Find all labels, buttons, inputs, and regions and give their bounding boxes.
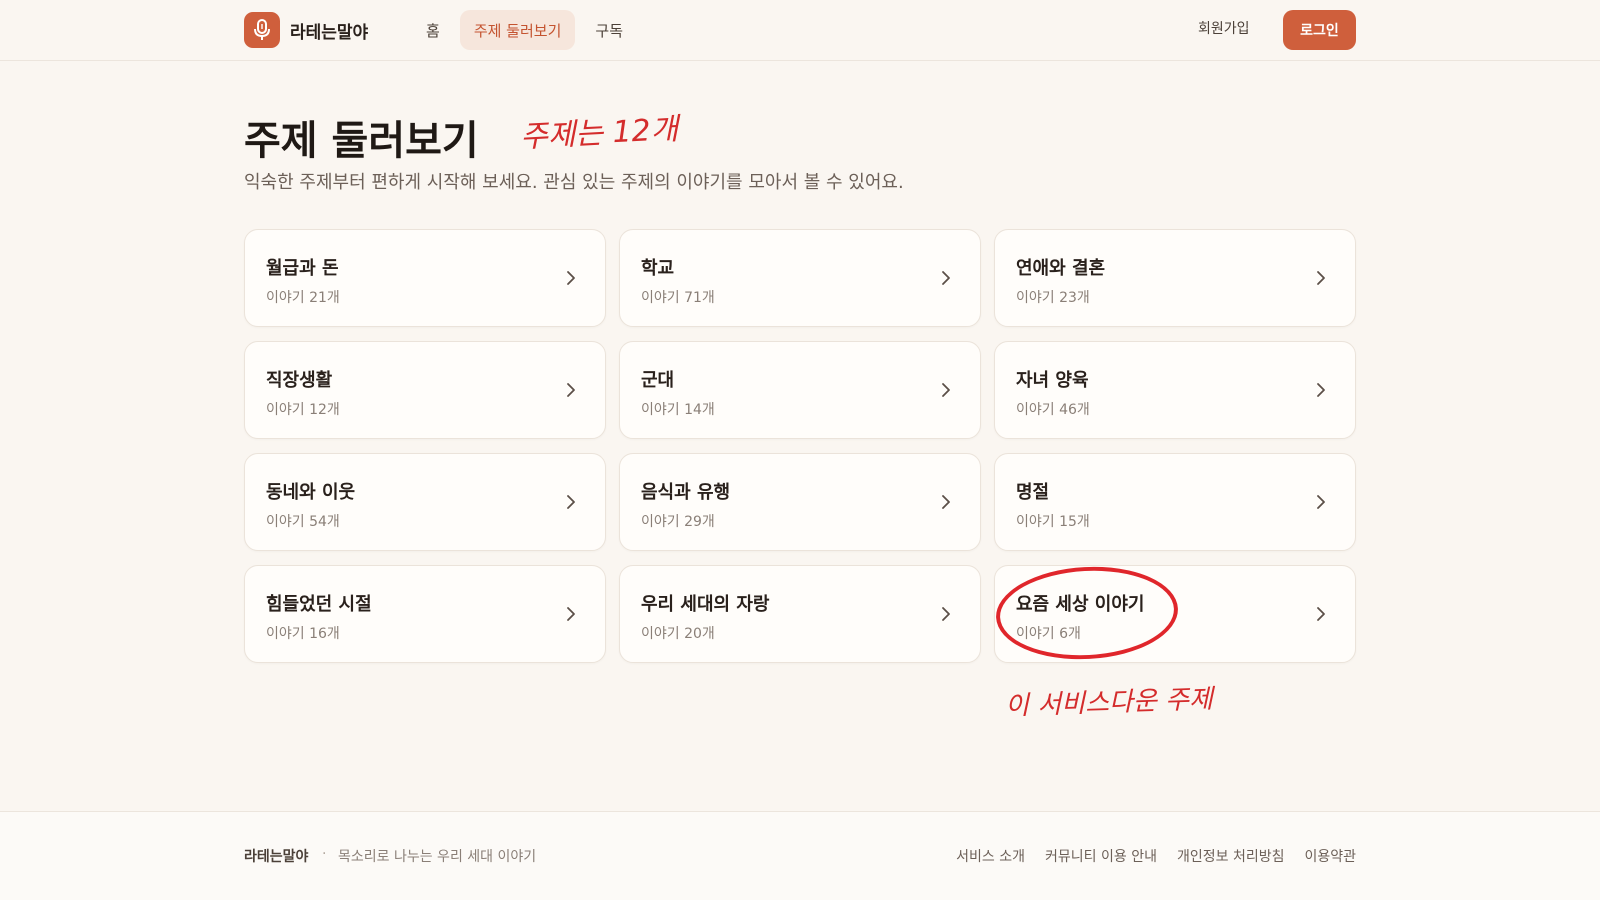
topic-story-count: 이야기 23개 (1016, 290, 1090, 306)
topic-story-count: 이야기 21개 (266, 290, 340, 306)
chevron-right-icon (942, 607, 950, 621)
footer-link-privacy[interactable]: 개인정보 처리방침 (1177, 846, 1285, 866)
page-subtitle: 익숙한 주제부터 편하게 시작해 보세요. 관심 있는 주제의 이야기를 모아서… (244, 172, 904, 193)
topic-story-count: 이야기 20개 (641, 626, 715, 642)
footer-tagline: 목소리로 나누는 우리 세대 이야기 (338, 849, 537, 865)
topic-card[interactable]: 음식과 유행이야기 29개 (619, 453, 981, 551)
nav-subscribe[interactable]: 구독 (581, 10, 637, 50)
topic-title: 월급과 돈 (266, 258, 339, 279)
topic-card[interactable]: 힘들었던 시절이야기 16개 (244, 565, 606, 663)
topic-story-count: 이야기 71개 (641, 290, 715, 306)
topic-grid: 월급과 돈 이야기 21개 학교 이야기 71개 연애와 결혼 이야기 23개 직장생활 이야… (244, 229, 1356, 663)
topic-story-count: 이야기 15개 (1016, 514, 1090, 530)
topic-card[interactable]: 우리 세대의 자랑이야기 20개 (619, 565, 981, 663)
topic-story-count: 이야기 16개 (266, 626, 340, 642)
topic-card[interactable]: 학교이야기 71개 (619, 229, 981, 327)
topic-story-count: 이야기 6개 (1016, 626, 1081, 642)
topic-title: 직장생활 (266, 370, 333, 391)
topic-card[interactable]: 요즘 세상 이야기이야기 6개 (994, 565, 1356, 663)
footer-links: 서비스 소개 커뮤니티 이용 안내 개인정보 처리방침 이용약관 (956, 846, 1356, 866)
topic-card[interactable]: 군대이야기 14개 (619, 341, 981, 439)
chevron-right-icon (942, 271, 950, 285)
topic-story-count: 이야기 12개 (266, 402, 340, 418)
topic-title: 연애와 결혼 (1016, 258, 1106, 279)
topic-story-count: 이야기 46개 (1016, 402, 1090, 418)
chevron-right-icon (1317, 271, 1325, 285)
logo-text: 라테는말야 (290, 22, 369, 43)
chevron-right-icon (942, 383, 950, 397)
topic-title: 학교 (641, 258, 675, 279)
topic-card[interactable]: 월급과 돈이야기 21개 (244, 229, 606, 327)
topic-story-count: 이야기 29개 (641, 514, 715, 530)
chevron-right-icon (567, 607, 575, 621)
topic-title: 음식과 유행 (641, 482, 731, 503)
page-title: 주제 둘러보기 (244, 117, 479, 164)
footer-brand: 라테는말야 (244, 849, 309, 865)
handwritten-count-note: 주제는 12개 (519, 111, 680, 156)
topic-card[interactable]: 명절이야기 15개 (994, 453, 1356, 551)
topic-title: 우리 세대의 자랑 (641, 594, 770, 615)
topic-card[interactable]: 연애와 결혼이야기 23개 (994, 229, 1356, 327)
topic-title: 동네와 이웃 (266, 482, 356, 503)
nav-home[interactable]: 홈 (412, 10, 454, 50)
chevron-right-icon (567, 495, 575, 509)
main-nav: 홈 주제 둘러보기 구독 (412, 10, 637, 50)
topic-title: 자녀 양육 (1016, 370, 1089, 391)
topic-title: 힘들었던 시절 (266, 594, 372, 615)
nav-topics[interactable]: 주제 둘러보기 (459, 10, 576, 50)
chevron-right-icon (567, 271, 575, 285)
topic-title: 군대 (641, 370, 675, 391)
chevron-right-icon (1317, 495, 1325, 509)
topic-card[interactable]: 동네와 이웃이야기 54개 (244, 453, 606, 551)
logo-link[interactable]: 라테는말야 (244, 12, 368, 48)
footer-link-about[interactable]: 서비스 소개 (956, 846, 1025, 866)
top-header: 라테는말야 홈 주제 둘러보기 구독 회원가입 로그인 (0, 0, 1600, 61)
topic-title: 명절 (1016, 482, 1050, 503)
topic-card[interactable]: 직장생활이야기 12개 (244, 341, 606, 439)
microphone-icon (244, 12, 280, 48)
topic-title: 요즘 세상 이야기 (1016, 594, 1145, 615)
topic-card[interactable]: 자녀 양육이야기 46개 (994, 341, 1356, 439)
page-footer: 라테는말야 · 목소리로 나누는 우리 세대 이야기 서비스 소개 커뮤니티 이… (0, 811, 1600, 900)
login-button[interactable]: 로그인 (1283, 10, 1356, 50)
chevron-right-icon (1317, 383, 1325, 397)
signup-link[interactable]: 회원가입 (1198, 18, 1250, 38)
chevron-right-icon (942, 495, 950, 509)
chevron-right-icon (567, 383, 575, 397)
handwritten-service-note: 이 서비스다운 주제 (1004, 684, 1214, 722)
footer-link-terms[interactable]: 이용약관 (1304, 846, 1356, 866)
footer-separator: · (322, 846, 327, 862)
topic-story-count: 이야기 54개 (266, 514, 340, 530)
chevron-right-icon (1317, 607, 1325, 621)
topic-story-count: 이야기 14개 (641, 402, 715, 418)
footer-link-community-guide[interactable]: 커뮤니티 이용 안내 (1045, 846, 1157, 866)
